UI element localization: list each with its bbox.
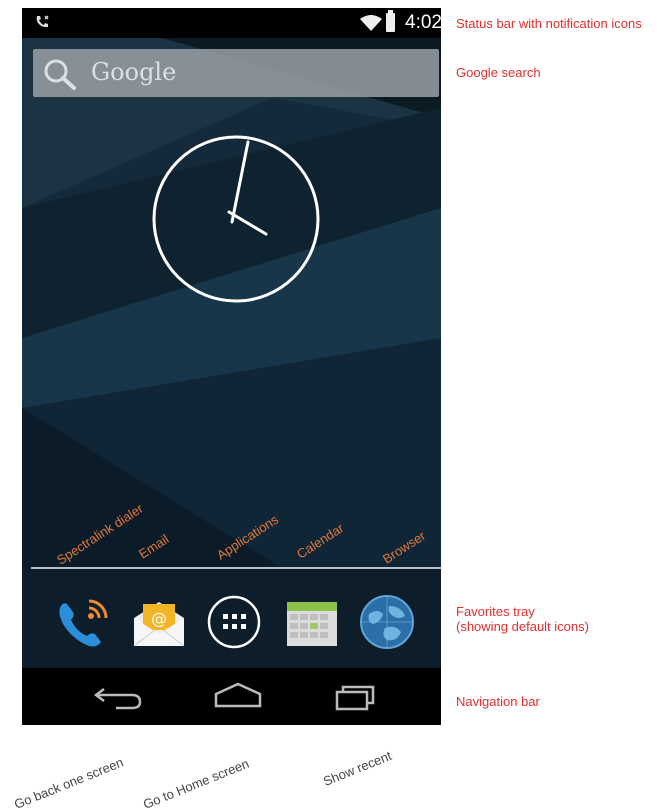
annotation-google-search: Google search (456, 65, 541, 80)
clock-minute-hand (230, 140, 250, 224)
annotation-favorites-tray-line1: Favorites tray (456, 604, 535, 619)
annotation-navigation-bar: Navigation bar (456, 694, 540, 709)
email-icon[interactable]: @ (131, 594, 187, 650)
back-icon[interactable] (90, 680, 150, 712)
phone-screen: 4:02 Google Spectralink dialer Email App… (22, 8, 441, 725)
search-label: Google (91, 58, 177, 86)
globe-icon[interactable] (359, 594, 415, 650)
annotation-status-bar: Status bar with notification icons (456, 16, 642, 31)
status-bar: 4:02 (22, 8, 441, 38)
caption-recent-button: Show recent (321, 747, 394, 789)
annotation-favorites-tray-line2: (showing default icons) (456, 619, 589, 634)
call-icon (36, 15, 49, 28)
favorites-tray-divider (31, 567, 441, 569)
caption-back-button: Go back one screen (12, 754, 126, 812)
clock-hour-hand (227, 210, 268, 236)
phone-icon[interactable] (53, 594, 109, 650)
wifi-icon[interactable] (360, 15, 382, 31)
apps-grid-icon[interactable] (206, 594, 262, 650)
status-time: 4:02 (405, 12, 441, 33)
google-search-bar[interactable]: Google (33, 49, 439, 97)
navigation-bar (22, 668, 441, 725)
caption-home-button: Go to Home screen (141, 755, 252, 812)
recent-apps-icon[interactable] (325, 680, 385, 712)
svg-text:@: @ (151, 609, 167, 628)
home-icon[interactable] (208, 680, 268, 712)
annotation-favorites-tray: Favorites tray (showing default icons) (456, 604, 589, 634)
calendar-icon[interactable] (284, 594, 340, 650)
battery-icon (386, 10, 395, 32)
search-icon (44, 59, 76, 90)
analog-clock-widget[interactable] (151, 134, 321, 304)
